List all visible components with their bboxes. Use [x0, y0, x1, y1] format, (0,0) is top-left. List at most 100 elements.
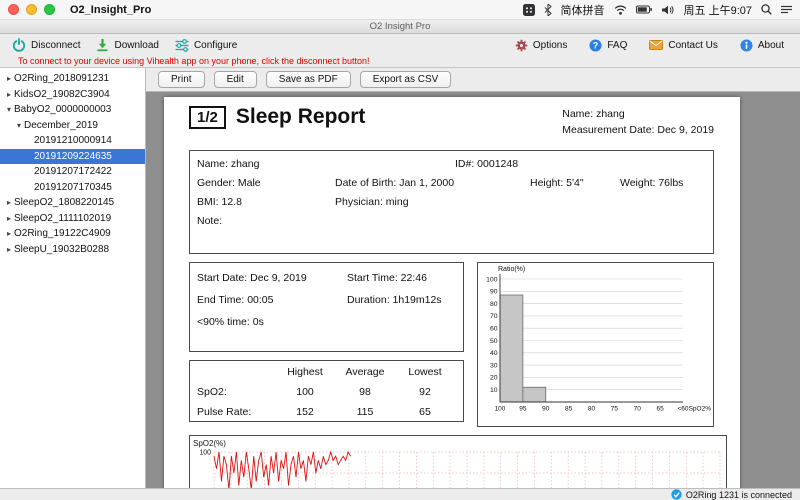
svg-text:<60: <60: [677, 406, 688, 413]
stats-spo2-average: 98: [359, 386, 371, 398]
tree-item-label: SleepU_19032B0288: [14, 243, 110, 255]
faq-button[interactable]: ? FAQ: [589, 39, 627, 52]
report-page: 1/2 Sleep Report Name: zhang Measurement…: [164, 97, 740, 488]
svg-text:65: 65: [657, 406, 665, 413]
report-action-bar: Print Edit Save as PDF Export as CSV: [146, 68, 800, 92]
about-button[interactable]: About: [740, 39, 784, 52]
download-button[interactable]: Download: [96, 38, 159, 52]
input-source-label[interactable]: 简体拼音: [561, 2, 605, 18]
warning-text: To connect to your device using Vihealth…: [18, 56, 370, 66]
session-under90-time: <90% time: 0s: [197, 316, 264, 328]
close-window-button[interactable]: [8, 4, 19, 15]
report-canvas: 1/2 Sleep Report Name: zhang Measurement…: [146, 92, 800, 488]
tree-item[interactable]: ▾ BabyO2_0000000003: [0, 102, 145, 118]
menubar-app-name[interactable]: O2_Insight_Pro: [70, 4, 151, 16]
page-indicator: 1/2: [189, 105, 226, 129]
patient-dob: Date of Birth: Jan 1, 2000: [335, 177, 455, 189]
svg-text:SpO2%: SpO2%: [689, 406, 712, 413]
chevron-right-icon[interactable]: ▸: [4, 229, 14, 238]
stats-header-average: Average: [345, 366, 385, 378]
edit-button[interactable]: Edit: [213, 71, 257, 88]
download-icon: [96, 38, 109, 52]
configure-button[interactable]: Configure: [175, 38, 237, 52]
report-header-measurement-date: Measurement Date: Dec 9, 2019: [562, 124, 714, 136]
chevron-right-icon[interactable]: ▸: [4, 74, 14, 83]
svg-text:100: 100: [486, 276, 498, 283]
svg-text:60: 60: [490, 326, 498, 333]
stats-header-lowest: Lowest: [408, 366, 442, 378]
tree-item[interactable]: ▸ KidsO2_19082C3904: [0, 87, 145, 103]
faq-label: FAQ: [607, 39, 628, 51]
spo2-ratio-chart: 100 90 80 70 60 50 40 30 20 10 100 95 90 85 80 75 70 65 <6…: [477, 262, 714, 427]
tree-item[interactable]: 20191209224635: [0, 148, 145, 164]
svg-text:30: 30: [490, 362, 498, 369]
options-button[interactable]: Options: [515, 39, 567, 52]
disconnect-button[interactable]: Disconnect: [12, 38, 80, 52]
svg-text:10: 10: [490, 387, 498, 394]
svg-text:75: 75: [611, 406, 619, 413]
patient-height: Height: 5'4": [530, 177, 584, 189]
svg-text:100: 100: [495, 406, 506, 413]
session-end-time: End Time: 00:05: [197, 294, 274, 306]
disconnect-icon: [12, 38, 26, 52]
tree-item[interactable]: ▸ O2Ring_19122C4909: [0, 226, 145, 242]
session-info-box: Start Date: Dec 9, 2019 Start Time: 22:4…: [189, 262, 464, 352]
battery-icon[interactable]: [635, 5, 653, 14]
window-titlebar: O2 Insight Pro: [0, 20, 800, 34]
menu-extra-icon[interactable]: [522, 3, 535, 16]
spotlight-search-icon[interactable]: [761, 4, 772, 15]
about-label: About: [757, 39, 784, 51]
svg-text:70: 70: [634, 406, 642, 413]
report-title: Sleep Report: [235, 105, 366, 128]
envelope-icon: [649, 40, 664, 50]
chevron-right-icon[interactable]: ▸: [4, 245, 14, 254]
tree-item-label: 20191207170345: [34, 181, 112, 193]
minimize-window-button[interactable]: [26, 4, 37, 15]
chevron-down-icon[interactable]: ▾: [4, 105, 14, 114]
chevron-right-icon[interactable]: ▸: [4, 214, 14, 223]
tree-item[interactable]: 20191207170345: [0, 180, 145, 196]
tree-item[interactable]: ▾ December_2019: [0, 118, 145, 134]
stats-spo2-label: SpO2:: [197, 386, 227, 398]
patient-info-box: Name: zhang ID#: 0001248 Gender: Male Da…: [189, 150, 714, 254]
stats-pulse-highest: 152: [296, 406, 314, 418]
contact-us-button[interactable]: Contact Us: [649, 39, 718, 51]
wifi-icon[interactable]: [614, 5, 627, 15]
session-start-date: Start Date: Dec 9, 2019: [197, 272, 307, 284]
tree-item[interactable]: ▸ SleepO2_1808220145: [0, 195, 145, 211]
session-duration: Duration: 1h19m12s: [347, 294, 442, 306]
svg-text:90: 90: [490, 289, 498, 296]
patient-note: Note:: [197, 215, 223, 227]
svg-text:100: 100: [199, 450, 211, 457]
stats-pulse-lowest: 65: [419, 406, 431, 418]
stats-spo2-lowest: 92: [419, 386, 431, 398]
svg-text:90: 90: [542, 406, 550, 413]
svg-text:?: ?: [593, 40, 599, 50]
tree-item-label: BabyO2_0000000003: [14, 104, 112, 116]
tree-item-label: 20191210000914: [34, 135, 112, 147]
save-as-pdf-button[interactable]: Save as PDF: [265, 71, 351, 88]
menubar-clock[interactable]: 周五 上午9:07: [684, 2, 752, 18]
tree-item[interactable]: ▸ SleepO2_1111102019: [0, 211, 145, 227]
export-as-csv-button[interactable]: Export as CSV: [359, 71, 452, 88]
chevron-down-icon[interactable]: ▾: [14, 121, 24, 130]
print-button[interactable]: Print: [158, 71, 205, 88]
patient-name: Name: zhang: [197, 158, 260, 170]
notification-center-icon[interactable]: [781, 5, 792, 14]
warning-banner: To connect to your device using Vihealth…: [0, 56, 800, 68]
chevron-right-icon[interactable]: ▸: [4, 90, 14, 99]
tree-item-label: SleepO2_1808220145: [14, 197, 115, 209]
svg-text:70: 70: [490, 313, 498, 320]
disconnect-label: Disconnect: [31, 39, 81, 51]
tree-item[interactable]: ▸ SleepU_19032B0288: [0, 242, 145, 258]
contact-us-label: Contact Us: [668, 39, 718, 51]
faq-question-icon: ?: [589, 39, 602, 52]
chevron-right-icon[interactable]: ▸: [4, 198, 14, 207]
tree-item[interactable]: ▸ O2Ring_2018091231: [0, 71, 145, 87]
tree-item[interactable]: 20191207172422: [0, 164, 145, 180]
tree-item[interactable]: 20191210000914: [0, 133, 145, 149]
volume-icon[interactable]: [661, 5, 675, 15]
device-tree: ▸ O2Ring_2018091231 ▸ KidsO2_19082C3904 ▾ Bab…: [0, 68, 146, 488]
bluetooth-icon[interactable]: [544, 3, 552, 16]
zoom-window-button[interactable]: [44, 4, 55, 15]
